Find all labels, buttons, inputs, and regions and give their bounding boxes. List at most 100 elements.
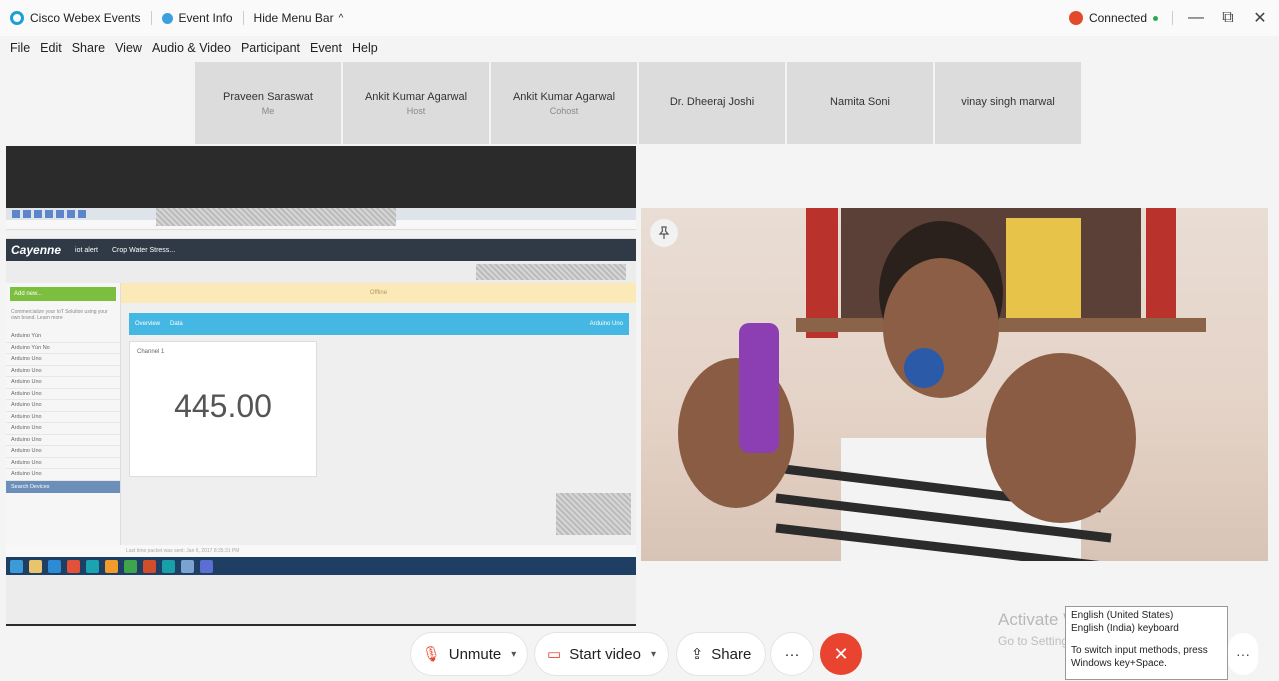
participant-strip: Praveen Saraswat Me Ankit Kumar Agarwal … — [195, 62, 1081, 144]
cayenne-footer: Last time packet was sent: Jan 6, 2017 8… — [6, 545, 636, 557]
menu-help[interactable]: Help — [352, 41, 378, 55]
device-list-item: Arduino Uno — [6, 412, 120, 423]
minimize-button[interactable]: — — [1187, 9, 1205, 27]
share-label: Share — [711, 645, 752, 663]
participant-name: Ankit Kumar Agarwal — [512, 90, 616, 103]
participant-tile[interactable]: vinay singh marwal — [935, 62, 1081, 144]
widget-value: 445.00 — [174, 388, 272, 424]
panel-more-button[interactable]: ··· — [1228, 633, 1258, 675]
input-method-tooltip: English (United States) English (India) … — [1065, 606, 1228, 680]
menu-file[interactable]: File — [10, 41, 30, 55]
device-list-item: Arduino Yún No — [6, 343, 120, 354]
channel-widget: Channel 1 445.00 — [129, 341, 317, 477]
menu-view[interactable]: View — [115, 41, 142, 55]
menu-share[interactable]: Share — [72, 41, 105, 55]
project-tab: iot alert — [75, 246, 98, 254]
device-list-item: Arduino Uno — [6, 400, 120, 412]
device-list-item: Arduino Uno — [6, 446, 120, 458]
redacted-area — [156, 208, 396, 226]
menu-event[interactable]: Event — [310, 41, 342, 55]
camera-off-icon: ▭ — [547, 646, 562, 663]
shared-screen-pane: Cayenne iot alert Crop Water Stress... A… — [6, 146, 636, 626]
unmute-button[interactable]: 🎙 Unmute ▾ — [411, 633, 527, 675]
more-icon: ··· — [784, 645, 800, 663]
menu-participant[interactable]: Participant — [241, 41, 300, 55]
arduino-icon — [86, 559, 99, 573]
presenter-video-frame — [678, 208, 1206, 561]
powerpoint-icon — [143, 559, 156, 573]
menu-edit[interactable]: Edit — [40, 41, 62, 55]
title-bar: Cisco Webex Events Event Info Hide Menu … — [0, 0, 1279, 36]
cayenne-body: Add new... Commercialize your IoT Soluti… — [6, 283, 636, 545]
project-name: Crop Water Stress... — [112, 246, 176, 254]
participant-name: vinay singh marwal — [961, 95, 1055, 108]
share-button[interactable]: ⇪ Share — [677, 633, 765, 675]
hide-menu-bar-button[interactable]: Hide Menu Bar ^ — [244, 0, 354, 36]
event-info-button[interactable]: Event Info — [152, 0, 243, 36]
participant-tile[interactable]: Ankit Kumar Agarwal Cohost — [491, 62, 637, 144]
tooltip-hint: To switch input methods, press Windows k… — [1071, 645, 1208, 669]
connection-status[interactable]: Connected — [1068, 11, 1158, 26]
tab-favicon-icon — [12, 210, 20, 218]
menu-bar: File Edit Share View Audio & Video Parti… — [0, 36, 1279, 60]
tab-overview: Overview — [135, 321, 161, 327]
participant-tile[interactable]: Praveen Saraswat Me — [195, 62, 341, 144]
participant-name: Namita Soni — [830, 95, 890, 108]
sidebar-hint: Commercialize your IoT Solution using yo… — [11, 309, 108, 321]
tab-favicon-icon — [67, 210, 75, 218]
device-tab-bar: Overview Data Arduino Uno — [129, 313, 629, 335]
pin-video-button[interactable] — [650, 219, 678, 247]
event-info-label: Event Info — [178, 11, 233, 25]
tab-favicon-icon — [34, 210, 42, 218]
device-list-item: Arduino Uno — [6, 469, 120, 481]
tab-favicon-icon — [78, 210, 86, 218]
shared-windows-taskbar — [6, 557, 636, 575]
app-title: Cisco Webex Events — [0, 0, 151, 36]
add-new-button: Add new... — [10, 287, 116, 301]
app-icon — [162, 559, 175, 573]
device-list-item: Arduino Uno — [6, 377, 120, 389]
start-icon — [10, 559, 23, 573]
widget-title: Channel 1 — [137, 349, 165, 355]
more-options-button[interactable]: ··· — [771, 633, 813, 675]
share-icon: ⇪ — [690, 646, 704, 663]
device-list-item: Arduino Uno — [6, 366, 120, 377]
participant-role: Cohost — [549, 105, 579, 116]
device-list-item: Arduino Uno — [6, 423, 120, 435]
redacted-area — [556, 493, 631, 535]
participant-role: Host — [406, 105, 426, 116]
participant-tile[interactable]: Dr. Dheeraj Joshi — [639, 62, 785, 144]
chevron-down-icon[interactable]: ▾ — [511, 649, 516, 660]
visual-studio-icon — [200, 559, 213, 573]
participant-name: Dr. Dheeraj Joshi — [669, 95, 755, 108]
start-video-button[interactable]: ▭ Start video ▾ — [535, 633, 668, 675]
close-icon: ✕ — [833, 643, 849, 664]
divider — [1172, 11, 1173, 25]
connected-dot-icon — [1153, 15, 1158, 21]
cayenne-logo: Cayenne — [11, 243, 62, 257]
menu-audio-video[interactable]: Audio & Video — [152, 41, 231, 55]
caret-up-icon: ^ — [338, 12, 344, 24]
device-list-item: Arduino Uno — [6, 458, 120, 469]
chevron-down-icon[interactable]: ▾ — [651, 649, 656, 660]
hide-menu-bar-label: Hide Menu Bar — [253, 11, 334, 25]
cayenne-header: Cayenne iot alert Crop Water Stress... — [6, 239, 636, 261]
participant-tile[interactable]: Ankit Kumar Agarwal Host — [343, 62, 489, 144]
close-window-button[interactable]: ✕ — [1251, 8, 1269, 28]
chrome-icon — [67, 559, 80, 573]
device-list-item: Arduino Uno — [6, 389, 120, 400]
unmute-label: Unmute — [448, 645, 502, 663]
device-list-item: Arduino Uno — [6, 435, 120, 446]
browser-bookmarks-bar — [6, 230, 636, 239]
tooltip-keyboard: English (India) keyboard — [1071, 622, 1179, 634]
restore-button[interactable]: ⧉ — [1219, 9, 1237, 27]
leave-meeting-button[interactable]: ✕ — [820, 633, 862, 675]
participant-tile[interactable]: Namita Soni — [787, 62, 933, 144]
pin-icon — [658, 226, 670, 239]
info-icon — [161, 12, 173, 24]
explorer-icon — [29, 559, 42, 573]
search-devices-bar: Search Devices — [6, 480, 120, 493]
webex-logo-icon — [10, 11, 24, 25]
presenter-video — [641, 208, 1268, 561]
tab-data: Data — [170, 321, 183, 327]
